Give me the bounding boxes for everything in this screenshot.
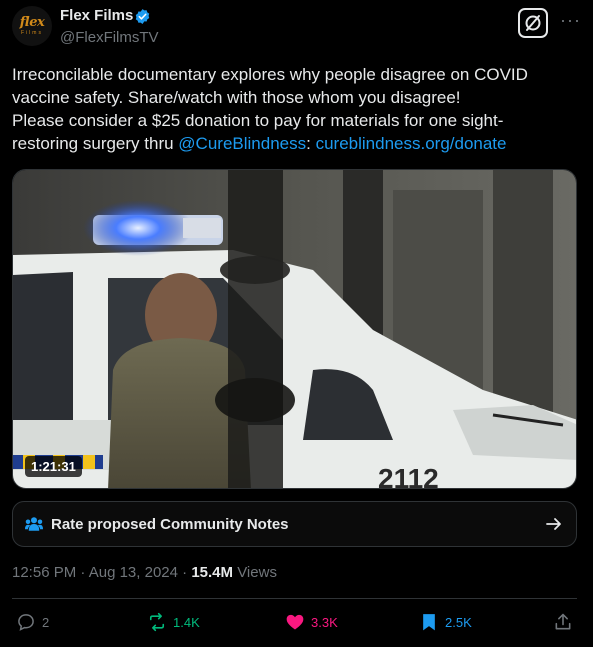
- tweet-line-1: Irreconcilable documentary explores why …: [12, 65, 528, 84]
- tweet-colon: :: [306, 134, 316, 153]
- mention-link[interactable]: @CureBlindness: [178, 134, 306, 153]
- like-count: 3.3K: [311, 614, 338, 630]
- donate-link[interactable]: cureblindness.org/donate: [316, 134, 507, 153]
- video-duration-badge: 1:21:31: [25, 456, 82, 477]
- car-number: 2112: [378, 463, 439, 489]
- views-label: Views: [237, 564, 277, 581]
- share-icon: [555, 613, 571, 630]
- avatar[interactable]: flex Films: [12, 6, 52, 46]
- tweet-date[interactable]: Aug 13, 2024: [89, 564, 178, 581]
- grok-icon[interactable]: [518, 8, 548, 38]
- repost-count: 1.4K: [173, 614, 200, 630]
- tweet-meta: 12:56 PM · Aug 13, 2024 · 15.4M Views: [12, 564, 277, 581]
- arrow-right-icon: [546, 518, 561, 530]
- divider: [12, 598, 577, 599]
- tweet-line-4: restoring surgery thru: [12, 134, 179, 153]
- bookmark-icon: [423, 614, 435, 631]
- tweet-time[interactable]: 12:56 PM: [12, 564, 76, 581]
- avatar-logo-text: flex: [19, 15, 45, 30]
- author-name[interactable]: Flex Films: [60, 7, 133, 24]
- avatar-logo-subtext: Films: [21, 30, 43, 36]
- community-notes-icon: [25, 517, 43, 531]
- repost-icon: [149, 612, 165, 632]
- community-notes-label: Rate proposed Community Notes: [51, 516, 289, 533]
- reply-count: 2: [42, 614, 50, 630]
- like-button[interactable]: 3.3K: [285, 612, 338, 632]
- reply-button[interactable]: 2: [16, 612, 49, 632]
- share-button[interactable]: [553, 612, 579, 632]
- tweet-line-3: Please consider a $25 donation to pay fo…: [12, 111, 504, 130]
- reply-icon: [18, 614, 34, 631]
- bookmark-button[interactable]: 2.5K: [419, 612, 472, 632]
- community-notes-button[interactable]: Rate proposed Community Notes: [12, 501, 577, 547]
- views-count: 15.4M: [191, 564, 234, 581]
- bookmark-count: 2.5K: [445, 614, 472, 630]
- more-options-icon[interactable]: ···: [560, 10, 581, 31]
- heart-icon: [286, 614, 304, 630]
- video-thumbnail: 2112: [13, 170, 576, 489]
- author-handle[interactable]: @FlexFilmsTV: [60, 29, 159, 46]
- repost-button[interactable]: 1.4K: [147, 612, 200, 632]
- video-player[interactable]: 2112 1:21:31: [12, 169, 577, 489]
- tweet-text: Irreconcilable documentary explores why …: [12, 63, 572, 155]
- tweet-line-2: vaccine safety. Share/watch with those w…: [12, 88, 461, 107]
- verified-badge-icon[interactable]: [134, 8, 151, 25]
